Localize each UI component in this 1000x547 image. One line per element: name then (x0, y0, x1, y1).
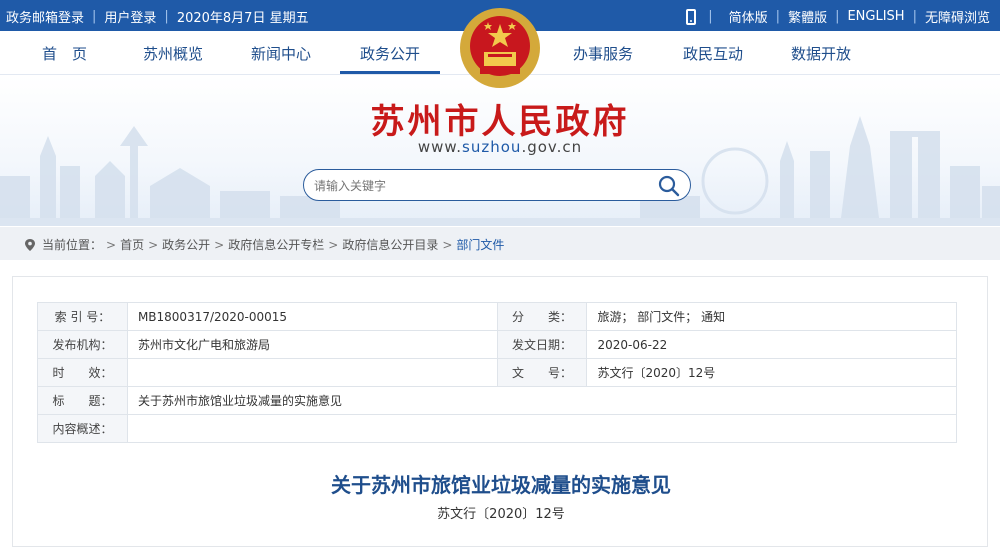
breadcrumb-separator: > (106, 237, 117, 252)
divider: | (708, 9, 713, 24)
nav-home[interactable]: 首 页 (42, 43, 87, 64)
meta-value-validity (126, 358, 498, 387)
national-emblem-icon (460, 8, 540, 88)
search-input[interactable] (314, 176, 644, 196)
meta-value-summary (126, 414, 958, 443)
mobile-phone-icon[interactable] (686, 8, 697, 25)
meta-value-index: MB1800317/2020-00015 (126, 302, 498, 331)
table-row: 内容概述： (37, 414, 958, 443)
meta-value-doc-number: 苏文行〔2020〕12号 (586, 358, 957, 387)
site-url-highlight: suzhou (462, 138, 522, 156)
table-row: 发布机构： 苏州市文化广电和旅游局 发文日期： 2020-06-22 (37, 330, 957, 359)
search-icon[interactable] (658, 175, 680, 197)
nav-suzhou-overview[interactable]: 苏州概览 (143, 43, 203, 64)
nav-government-affairs[interactable]: 政务公开 (360, 43, 420, 64)
divider: | (775, 9, 781, 24)
meta-key-index: 索 引 号： (37, 302, 128, 331)
divider: | (92, 9, 97, 24)
location-pin-icon (25, 238, 35, 251)
site-url-prefix: www. (417, 138, 463, 156)
nav-news-center[interactable]: 新闻中心 (251, 43, 311, 64)
breadcrumb-separator: > (328, 237, 339, 252)
breadcrumb-item-government-affairs[interactable]: 政务公开 (162, 236, 210, 253)
accessibility-link[interactable]: 无障碍浏览 (925, 7, 990, 26)
breadcrumb-item-home[interactable]: 首页 (120, 236, 144, 253)
traditional-chinese-link[interactable]: 繁體版 (788, 7, 827, 26)
meta-key-date: 发文日期： (496, 330, 588, 359)
document-number: 苏文行〔2020〕12号 (437, 507, 565, 522)
nav-services[interactable]: 办事服务 (573, 43, 633, 64)
meta-key-validity: 时 效： (37, 358, 128, 387)
meta-value-date: 2020-06-22 (586, 330, 957, 359)
gov-mail-login-link[interactable]: 政务邮箱登录 (6, 7, 84, 26)
user-login-link[interactable]: 用户登录 (104, 7, 156, 26)
breadcrumb-item-info-catalog[interactable]: 政府信息公开目录 (342, 236, 438, 253)
meta-key-category: 分 类： (496, 302, 588, 331)
breadcrumb-separator: > (442, 237, 453, 252)
current-date: 2020年8月7日 星期五 (176, 11, 309, 26)
simplified-chinese-link[interactable]: 简体版 (729, 7, 768, 26)
meta-value-category: 旅游； 部门文件； 通知 (586, 302, 957, 331)
nav-open-data[interactable]: 数据开放 (791, 43, 851, 64)
breadcrumb: 当前位置： > 首页 > 政务公开 > 政府信息公开专栏 > 政府信息公开目录 … (0, 227, 1000, 260)
breadcrumb-separator: > (214, 237, 225, 252)
meta-value-publisher: 苏州市文化广电和旅游局 (126, 330, 498, 359)
divider: | (164, 9, 169, 24)
english-link[interactable]: ENGLISH (847, 9, 904, 24)
breadcrumb-item-info-column[interactable]: 政府信息公开专栏 (228, 236, 324, 253)
nav-public-interaction[interactable]: 政民互动 (683, 43, 743, 64)
site-url-suffix: .gov.cn (521, 138, 583, 156)
article-panel: 索 引 号： MB1800317/2020-00015 分 类： 旅游； 部门文… (12, 276, 988, 547)
document-title: 关于苏州市旅馆业垃圾减量的实施意见 (331, 473, 671, 497)
meta-value-title: 关于苏州市旅馆业垃圾减量的实施意见 (126, 386, 958, 415)
table-row: 索 引 号： MB1800317/2020-00015 分 类： 旅游； 部门文… (37, 302, 957, 331)
meta-key-publisher: 发布机构： (37, 330, 128, 359)
breadcrumb-label: 当前位置： (42, 238, 103, 252)
search-box (303, 169, 691, 201)
divider: | (912, 9, 917, 24)
table-row: 时 效： 文 号： 苏文行〔2020〕12号 (37, 358, 957, 387)
meta-key-title: 标 题： (37, 386, 128, 415)
active-nav-indicator (340, 71, 440, 74)
site-url: www.suzhou.gov.cn (0, 138, 1000, 156)
site-title: 苏州市人民政府 (370, 102, 630, 142)
breadcrumb-separator: > (148, 237, 159, 252)
divider: | (835, 9, 840, 24)
meta-key-doc-number: 文 号： (496, 358, 588, 387)
meta-key-summary: 内容概述： (37, 414, 128, 443)
breadcrumb-item-department-files[interactable]: 部门文件 (456, 236, 504, 253)
document-meta-table: 索 引 号： MB1800317/2020-00015 分 类： 旅游； 部门文… (37, 302, 958, 443)
table-row: 标 题： 关于苏州市旅馆业垃圾减量的实施意见 (37, 386, 958, 415)
